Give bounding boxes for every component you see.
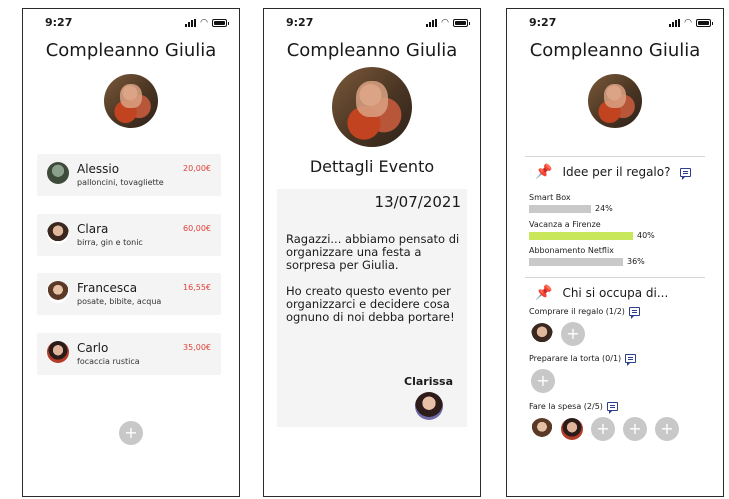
contributor-avatar — [47, 222, 69, 244]
gift-idea-bar — [529, 231, 633, 240]
task-item: Comprare il regalo (1/2) — [529, 307, 640, 319]
battery-icon — [696, 19, 713, 27]
divider — [525, 277, 705, 278]
task-assignees: + + + — [531, 417, 679, 441]
contributor-items: posate, bibite, acqua — [77, 297, 162, 306]
contributor-name: Alessio — [77, 162, 120, 176]
event-details-box: 13/07/2021 Ragazzi... abbiamo pensato di… — [277, 189, 467, 427]
contributor-avatar — [47, 162, 69, 184]
divider — [525, 156, 705, 157]
comment-icon[interactable] — [628, 307, 640, 319]
add-assignee-button[interactable]: + — [591, 417, 615, 441]
add-contributor-button[interactable]: + — [119, 421, 143, 445]
add-assignee-button[interactable]: + — [623, 417, 647, 441]
wifi-icon: ◠ — [441, 18, 449, 28]
signal-icon — [185, 19, 197, 27]
message-paragraph: Ho creato questo evento per organizzarci… — [286, 284, 455, 324]
gift-idea-percent: 24% — [595, 204, 613, 213]
wifi-icon: ◠ — [200, 18, 208, 28]
comment-icon[interactable] — [625, 354, 637, 366]
gift-idea-option[interactable]: Abbonamento Netflix 36% — [529, 246, 709, 266]
status-bar: 9:27 ◠ — [507, 16, 723, 32]
contributor-name: Carlo — [77, 341, 109, 355]
status-time: 9:27 — [286, 16, 314, 29]
contributor-amount: 16,55€ — [183, 283, 211, 292]
comment-icon[interactable] — [606, 402, 618, 414]
details-subtitle: Dettagli Evento — [309, 157, 435, 176]
status-time: 9:27 — [45, 16, 73, 29]
task-item: Fare la spesa (2/5) — [529, 402, 618, 414]
assignee-avatar — [561, 418, 583, 440]
contributor-items: birra, gin e tonic — [77, 238, 143, 247]
task-item: Preparare la torta (0/1) — [529, 354, 637, 366]
event-title: Compleanno Giulia — [45, 40, 217, 61]
pin-icon: 📌 — [535, 164, 553, 180]
event-avatar — [332, 67, 412, 147]
signal-icon — [426, 19, 438, 27]
event-title: Compleanno Giulia — [529, 40, 701, 61]
contributor-amount: 60,00€ — [183, 224, 211, 233]
task-label: Preparare la torta (0/1) — [529, 354, 622, 363]
battery-icon — [212, 19, 229, 27]
contributor-card[interactable]: Alessio palloncini, tovagliette 20,00€ — [37, 154, 221, 196]
tasks-title: Chi si occupa di... — [562, 286, 669, 300]
contributor-card[interactable]: Carlo focaccia rustica 35,00€ — [37, 333, 221, 375]
event-title: Compleanno Giulia — [286, 40, 458, 61]
comment-icon[interactable] — [680, 167, 692, 180]
tasks-header: 📌 Chi si occupa di... — [535, 285, 668, 301]
event-message: Ragazzi... abbiamo pensato di organizzar… — [286, 233, 462, 337]
assignee-avatar — [531, 323, 553, 345]
gift-idea-bar — [529, 204, 591, 213]
status-bar: 9:27 ◠ — [23, 16, 239, 32]
add-assignee-button[interactable]: + — [561, 322, 585, 346]
contributor-items: palloncini, tovagliette — [77, 178, 164, 187]
event-date: 13/07/2021 — [374, 193, 461, 211]
gift-idea-option[interactable]: Vacanza a Firenze 40% — [529, 220, 709, 240]
gift-idea-percent: 40% — [637, 231, 655, 240]
battery-icon — [453, 19, 470, 27]
contributor-card[interactable]: Clara birra, gin e tonic 60,00€ — [37, 214, 221, 256]
contributor-amount: 35,00€ — [183, 343, 211, 352]
signal-icon — [669, 19, 681, 27]
add-assignee-button[interactable]: + — [531, 369, 555, 393]
gift-idea-label: Vacanza a Firenze — [529, 220, 601, 229]
contributor-items: focaccia rustica — [77, 357, 140, 366]
screen-gift-and-tasks: 9:27 ◠ Compleanno Giulia 📌 Idee per il r… — [506, 8, 724, 497]
contributor-avatar — [47, 281, 69, 303]
event-avatar — [588, 74, 642, 128]
pin-icon: 📌 — [535, 285, 553, 301]
contributor-card[interactable]: Francesca posate, bibite, acqua 16,55€ — [37, 273, 221, 315]
task-assignees: + — [531, 369, 555, 393]
gift-idea-bar — [529, 257, 623, 266]
author-avatar — [415, 392, 443, 420]
message-paragraph: Ragazzi... abbiamo pensato di organizzar… — [286, 232, 460, 272]
gift-idea-label: Smart Box — [529, 193, 571, 202]
event-avatar — [104, 74, 158, 128]
gift-ideas-header: 📌 Idee per il regalo? — [535, 164, 692, 180]
contributor-amount: 20,00€ — [183, 164, 211, 173]
add-assignee-button[interactable]: + — [655, 417, 679, 441]
gift-idea-percent: 36% — [627, 257, 645, 266]
contributor-avatar — [47, 341, 69, 363]
gift-ideas-title: Idee per il regalo? — [562, 165, 671, 179]
assignee-avatar — [531, 418, 553, 440]
screen-contributions: 9:27 ◠ Compleanno Giulia Alessio pallonc… — [22, 8, 240, 497]
status-bar: 9:27 ◠ — [264, 16, 480, 32]
contributor-name: Francesca — [77, 281, 138, 295]
status-time: 9:27 — [529, 16, 557, 29]
gift-idea-option[interactable]: Smart Box 24% — [529, 193, 709, 213]
contributor-name: Clara — [77, 222, 109, 236]
task-label: Comprare il regalo (1/2) — [529, 307, 625, 316]
task-label: Fare la spesa (2/5) — [529, 402, 603, 411]
screen-event-details: 9:27 ◠ Compleanno Giulia Dettagli Evento… — [263, 8, 481, 497]
task-assignees: + — [531, 322, 585, 346]
wifi-icon: ◠ — [684, 18, 692, 28]
gift-idea-label: Abbonamento Netflix — [529, 246, 614, 255]
author-name: Clarissa — [404, 375, 453, 388]
